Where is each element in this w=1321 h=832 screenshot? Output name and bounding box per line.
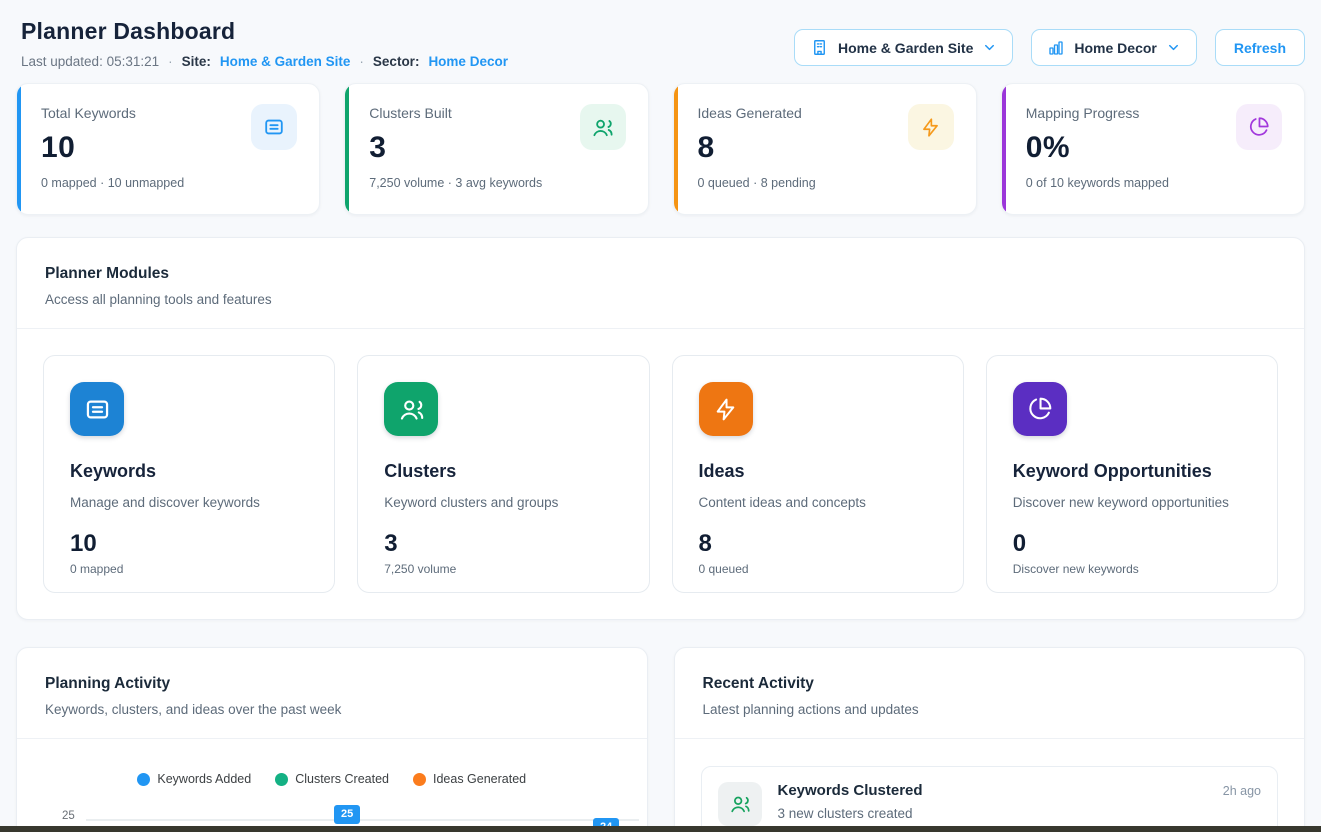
document-lines-icon: [251, 104, 297, 150]
building-icon: [810, 38, 829, 57]
users-icon: [384, 382, 438, 436]
recent-activity-panel: Recent Activity Latest planning actions …: [674, 647, 1306, 832]
meta-separator: ·: [168, 54, 173, 69]
recent-activity-title: Recent Activity: [703, 675, 1277, 693]
header-controls: Home & Garden Site Home Decor Refresh: [794, 29, 1305, 66]
accent-stripe: [17, 84, 21, 214]
recent-activity-list: Keywords Clustered 2h ago 3 new clusters…: [675, 739, 1305, 832]
modules-grid: Keywords Manage and discover keywords 10…: [17, 329, 1304, 619]
module-subtext: Discover new keywords: [1013, 562, 1251, 576]
module-value: 8: [699, 530, 937, 558]
stat-subtext: 0 queued · 8 pending: [698, 176, 954, 190]
module-card-ideas[interactable]: Ideas Content ideas and concepts 8 0 que…: [672, 355, 964, 593]
last-updated-text: Last updated: 05:31:21: [21, 54, 159, 69]
activity-list-item: Keywords Clustered 2h ago 3 new clusters…: [701, 766, 1279, 832]
stat-subtext: 7,250 volume · 3 avg keywords: [369, 176, 625, 190]
module-title: Keyword Opportunities: [1013, 461, 1251, 482]
planning-activity-title: Planning Activity: [45, 675, 619, 693]
planner-dashboard-page: Planner Dashboard Last updated: 05:31:21…: [0, 0, 1321, 832]
modules-title: Planner Modules: [45, 265, 1276, 283]
accent-stripe: [674, 84, 678, 214]
bottom-dark-strip: [0, 826, 1321, 832]
module-description: Discover new keyword opportunities: [1013, 495, 1251, 510]
users-icon: [718, 782, 762, 826]
users-icon: [580, 104, 626, 150]
y-axis-tick: 25: [62, 810, 75, 822]
legend-item-clusters-created: Clusters Created: [275, 772, 389, 786]
stat-card-total-keywords: Total Keywords 10 0 mapped · 10 unmapped: [16, 83, 320, 215]
page-title: Planner Dashboard: [21, 18, 508, 45]
header-meta: Last updated: 05:31:21 · Site: Home & Ga…: [21, 54, 508, 69]
document-lines-icon: [70, 382, 124, 436]
module-value: 3: [384, 530, 622, 558]
site-selector-value: Home & Garden Site: [838, 40, 973, 56]
module-subtext: 0 mapped: [70, 562, 308, 576]
planning-activity-subtitle: Keywords, clusters, and ideas over the p…: [45, 702, 619, 717]
planning-activity-header: Planning Activity Keywords, clusters, an…: [17, 648, 647, 739]
stat-subtext: 0 of 10 keywords mapped: [1026, 176, 1282, 190]
meta-separator: ·: [359, 54, 364, 69]
activity-item-title: Keywords Clustered: [778, 782, 923, 799]
pie-chart-icon: [1013, 382, 1067, 436]
module-title: Ideas: [699, 461, 937, 482]
stat-subtext: 0 mapped · 10 unmapped: [41, 176, 297, 190]
chart-legend: Keywords Added Clusters Created Ideas Ge…: [17, 772, 647, 786]
sector-selector-value: Home Decor: [1074, 40, 1156, 56]
planner-modules-panel: Planner Modules Access all planning tool…: [16, 237, 1305, 620]
modules-panel-header: Planner Modules Access all planning tool…: [17, 238, 1304, 329]
site-selector-dropdown[interactable]: Home & Garden Site: [794, 29, 1013, 66]
module-description: Keyword clusters and groups: [384, 495, 622, 510]
activity-item-top: Keywords Clustered 2h ago: [778, 782, 1262, 799]
refresh-button[interactable]: Refresh: [1215, 29, 1305, 66]
lightning-icon: [908, 104, 954, 150]
recent-activity-header: Recent Activity Latest planning actions …: [675, 648, 1305, 739]
stat-card-mapping-progress: Mapping Progress 0% 0 of 10 keywords map…: [1001, 83, 1305, 215]
accent-stripe: [1002, 84, 1006, 214]
pie-chart-icon: [1236, 104, 1282, 150]
activity-item-timestamp: 2h ago: [1223, 784, 1261, 798]
legend-item-keywords-added: Keywords Added: [137, 772, 251, 786]
accent-stripe: [345, 84, 349, 214]
data-point-label: 25: [334, 805, 360, 824]
site-link[interactable]: Home & Garden Site: [220, 54, 351, 69]
module-card-keywords[interactable]: Keywords Manage and discover keywords 10…: [43, 355, 335, 593]
sector-selector-dropdown[interactable]: Home Decor: [1031, 29, 1196, 66]
page-header: Planner Dashboard Last updated: 05:31:21…: [16, 18, 1305, 69]
bottom-row: Planning Activity Keywords, clusters, an…: [16, 647, 1305, 832]
module-card-clusters[interactable]: Clusters Keyword clusters and groups 3 7…: [357, 355, 649, 593]
chevron-down-icon: [1166, 40, 1181, 55]
legend-dot-icon: [413, 773, 426, 786]
stat-card-clusters-built: Clusters Built 3 7,250 volume · 3 avg ke…: [344, 83, 648, 215]
module-title: Clusters: [384, 461, 622, 482]
site-label: Site:: [182, 54, 211, 69]
header-left: Planner Dashboard Last updated: 05:31:21…: [21, 18, 508, 69]
module-subtext: 7,250 volume: [384, 562, 622, 576]
legend-dot-icon: [137, 773, 150, 786]
chart-bars-icon: [1047, 39, 1065, 57]
module-subtext: 0 queued: [699, 562, 937, 576]
module-description: Content ideas and concepts: [699, 495, 937, 510]
planning-activity-panel: Planning Activity Keywords, clusters, an…: [16, 647, 648, 832]
module-card-keyword-opportunities[interactable]: Keyword Opportunities Discover new keywo…: [986, 355, 1278, 593]
modules-subtitle: Access all planning tools and features: [45, 292, 1276, 307]
chevron-down-icon: [982, 40, 997, 55]
legend-label: Keywords Added: [157, 772, 251, 786]
legend-dot-icon: [275, 773, 288, 786]
legend-item-ideas-generated: Ideas Generated: [413, 772, 526, 786]
module-description: Manage and discover keywords: [70, 495, 308, 510]
module-value: 0: [1013, 530, 1251, 558]
module-value: 10: [70, 530, 308, 558]
activity-item-content: Keywords Clustered 2h ago 3 new clusters…: [778, 782, 1262, 821]
stats-row: Total Keywords 10 0 mapped · 10 unmapped…: [16, 83, 1305, 215]
sector-label: Sector:: [373, 54, 420, 69]
legend-label: Clusters Created: [295, 772, 389, 786]
stat-card-ideas-generated: Ideas Generated 8 0 queued · 8 pending: [673, 83, 977, 215]
sector-link[interactable]: Home Decor: [428, 54, 508, 69]
module-title: Keywords: [70, 461, 308, 482]
recent-activity-subtitle: Latest planning actions and updates: [703, 702, 1277, 717]
lightning-icon: [699, 382, 753, 436]
activity-item-description: 3 new clusters created: [778, 806, 1262, 821]
legend-label: Ideas Generated: [433, 772, 526, 786]
